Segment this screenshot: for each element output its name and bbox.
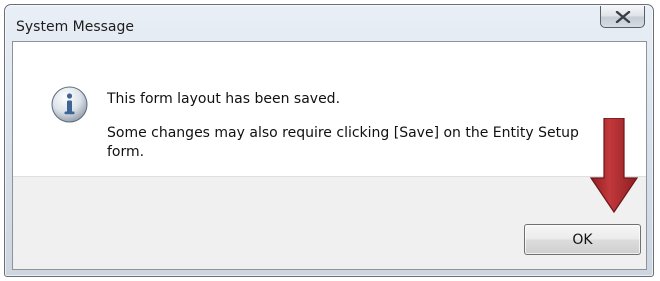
button-bar: OK <box>13 176 646 269</box>
close-icon <box>615 10 630 23</box>
close-button[interactable] <box>600 6 645 28</box>
red-down-arrow-icon <box>589 118 639 214</box>
dialog-title: System Message <box>16 19 135 35</box>
dialog-body: This form layout has been saved. Some ch… <box>12 41 647 270</box>
message-text: This form layout has been saved. Some ch… <box>107 90 617 162</box>
title-bar[interactable]: System Message <box>5 5 653 41</box>
message-dialog: System Message This form layout has been… <box>4 4 654 277</box>
message-line-1: This form layout has been saved. <box>107 91 341 107</box>
message-line-2: Some changes may also require clicking [… <box>107 125 579 160</box>
ok-button[interactable]: OK <box>524 224 641 255</box>
information-icon <box>51 86 88 123</box>
message-area: This form layout has been saved. Some ch… <box>13 42 646 176</box>
